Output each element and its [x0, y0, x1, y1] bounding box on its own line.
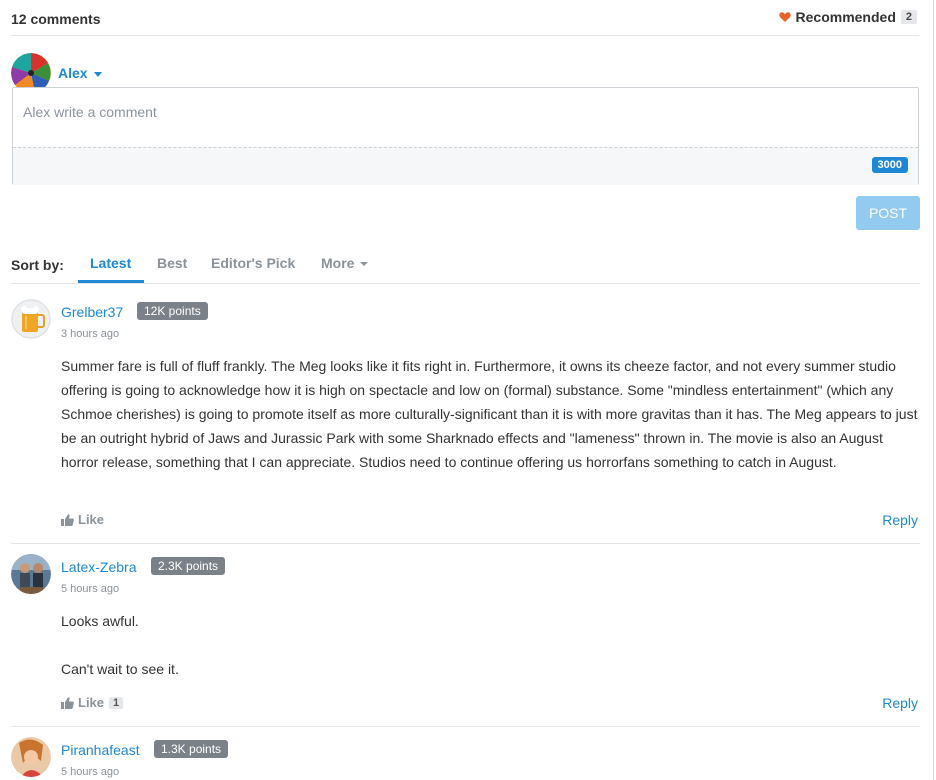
avatar[interactable] — [11, 554, 51, 594]
comments-header: 12 comments Recommended 2 — [11, 0, 919, 36]
comment-paragraph: Looks awful. — [61, 613, 139, 629]
avatar-image — [11, 299, 51, 339]
points-badge: 12K points — [137, 302, 208, 320]
comment-body: Summer fare is full of fluff frankly. Th… — [61, 354, 919, 498]
heart-icon — [778, 12, 791, 22]
avatar[interactable] — [11, 737, 51, 777]
thumbs-up-icon — [61, 696, 74, 709]
thumbs-up-icon — [61, 513, 74, 526]
sort-label: Sort by: — [11, 257, 64, 273]
recommended-label: Recommended — [795, 9, 896, 25]
like-button[interactable]: Like 1 — [61, 695, 124, 710]
reply-link[interactable]: Reply — [882, 512, 918, 528]
caret-down-icon — [93, 71, 102, 77]
avatar[interactable] — [11, 299, 51, 339]
avatar-image — [11, 554, 51, 594]
tab-more-label: More — [321, 255, 355, 271]
points-badge: 2.3K points — [151, 557, 226, 575]
comment-divider — [11, 543, 920, 544]
comment-body: Looks awful. Can't wait to see it. — [61, 609, 919, 705]
comment-time: 3 hours ago — [61, 328, 120, 340]
composer-user-name: Alex — [58, 65, 88, 81]
char-limit-badge: 3000 — [871, 157, 908, 173]
like-count-badge: 1 — [109, 696, 124, 709]
comment-time: 5 hours ago — [61, 766, 120, 778]
comment-author[interactable]: Grelber37 — [61, 304, 123, 320]
comments-page: 12 comments Recommended 2 Alex Alex writ… — [0, 0, 936, 780]
comment-item: Latex-Zebra 2.3K points 5 hours ago Look… — [11, 554, 920, 724]
comment-time: 5 hours ago — [61, 583, 120, 595]
user-menu[interactable]: Alex — [58, 65, 102, 81]
page-border — [933, 0, 934, 780]
comment-input[interactable] — [13, 88, 918, 147]
like-label: Like — [78, 695, 105, 710]
active-tab-indicator — [78, 280, 144, 283]
comment-author[interactable]: Piranhafeast — [61, 742, 140, 758]
comment-item: Grelber37 12K points 3 hours ago Summer … — [11, 299, 920, 539]
post-button[interactable]: POST — [856, 196, 920, 230]
points-badge: 1.3K points — [154, 740, 229, 758]
recommended-count-badge: 2 — [900, 10, 917, 24]
recommended-button[interactable]: Recommended 2 — [778, 9, 917, 25]
like-button[interactable]: Like — [61, 512, 104, 527]
comment-divider — [11, 726, 920, 727]
tab-editors-pick[interactable]: Editor's Pick — [211, 255, 295, 271]
comment-count: 12 comments — [11, 11, 101, 27]
sort-bar: Sort by: Latest Best Editor's Pick More — [11, 246, 920, 284]
tab-more[interactable]: More — [321, 255, 369, 271]
like-label: Like — [78, 512, 105, 527]
comment-paragraph: Can't wait to see it. — [61, 661, 179, 677]
avatar-image — [11, 737, 51, 777]
composer-footer: 3000 — [13, 147, 918, 185]
comment-paragraph: Summer fare is full of fluff frankly. Th… — [61, 358, 918, 470]
comment-author[interactable]: Latex-Zebra — [61, 559, 136, 575]
comment-item: Piranhafeast 1.3K points 5 hours ago — [11, 737, 920, 780]
tab-best[interactable]: Best — [157, 255, 187, 271]
tab-latest[interactable]: Latest — [90, 255, 131, 271]
caret-down-icon — [360, 262, 369, 267]
comment-composer: 3000 — [12, 87, 919, 185]
reply-link[interactable]: Reply — [882, 695, 918, 711]
